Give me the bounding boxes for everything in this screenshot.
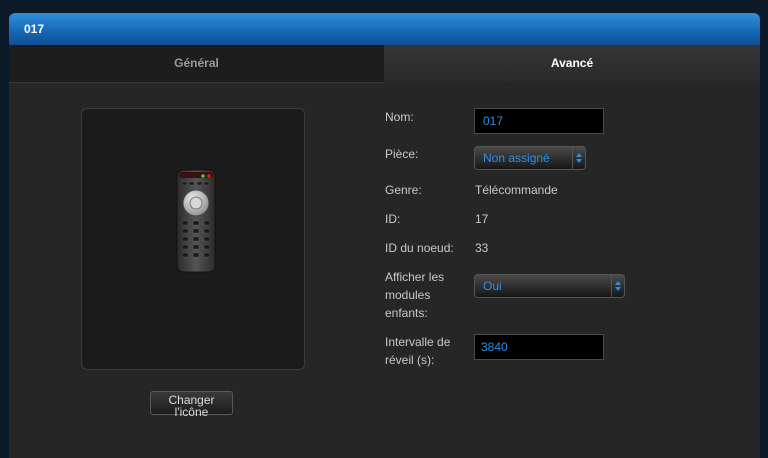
tab-avance[interactable]: Avancé <box>384 45 760 83</box>
tab-bar: Général Avancé <box>9 45 760 83</box>
change-icon-button[interactable]: Changer l'icône <box>150 391 233 418</box>
intervalle-input[interactable]: 3840 <box>474 334 604 360</box>
window-title: 017 <box>9 13 760 45</box>
label-id: ID: <box>385 212 401 226</box>
label-genre: Genre: <box>385 183 422 197</box>
label-id-noeud: ID du noeud: <box>385 241 454 255</box>
device-window: 017 Général Avancé Changer l'icône Nom: … <box>9 13 760 458</box>
afficher-modules-select[interactable]: Oui <box>474 274 625 298</box>
tab-general[interactable]: Général <box>9 45 384 83</box>
device-icon-panel <box>81 108 305 370</box>
label-intervalle: Intervalle de réveil (s): <box>385 335 451 367</box>
label-afficher-modules: Afficher les modules enfants: <box>385 270 445 320</box>
remote-control-icon <box>176 169 216 273</box>
select-arrows-icon <box>611 275 624 297</box>
nom-input[interactable]: 017 <box>474 108 604 134</box>
label-nom: Nom: <box>385 110 414 124</box>
label-piece: Pièce: <box>385 147 419 161</box>
piece-select-value: Non assigné <box>483 151 550 165</box>
id-value: 17 <box>475 212 489 226</box>
piece-select[interactable]: Non assigné <box>474 146 586 170</box>
select-arrows-icon <box>572 147 585 169</box>
afficher-modules-value: Oui <box>483 279 502 293</box>
change-icon-button-label: Changer l'icône <box>168 393 215 419</box>
id-noeud-value: 33 <box>475 241 489 255</box>
advanced-panel: Changer l'icône Nom: 017 Pièce: Non assi… <box>9 83 760 453</box>
genre-value: Télécommande <box>475 183 558 197</box>
